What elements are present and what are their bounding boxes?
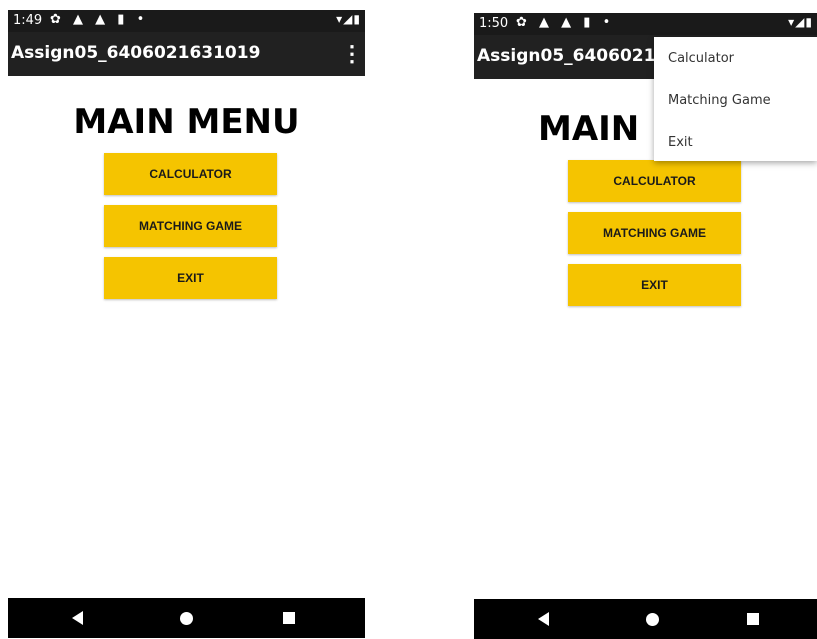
app-title: Assign05_640602163 (477, 46, 680, 66)
calculator-button[interactable]: CALCULATOR (104, 153, 277, 195)
main-menu-heading: MAIN MENU (73, 102, 300, 142)
phone-screen-right: 1:50 ✿ ▲ ▲ ▮ • ▾◢▮ Assign05_640602163 MA… (474, 13, 817, 639)
app-title: Assign05_6406021631019 (11, 43, 261, 63)
recents-square-icon[interactable] (747, 613, 759, 625)
home-circle-icon[interactable] (646, 613, 659, 626)
status-bar: 1:49 ✿ ▲ ▲ ▮ • ▾◢▮ (8, 10, 365, 32)
notification-icons: ✿ ▲ ▲ ▮ • (516, 15, 615, 30)
status-time: 1:50 (479, 16, 509, 31)
calculator-button[interactable]: CALCULATOR (568, 160, 741, 202)
back-triangle-icon[interactable] (72, 611, 83, 625)
system-status-icons: ▾◢▮ (336, 12, 361, 26)
matching-game-button[interactable]: MATCHING GAME (104, 205, 277, 247)
notification-icons: ✿ ▲ ▲ ▮ • (50, 12, 149, 27)
recents-square-icon[interactable] (283, 612, 295, 624)
navigation-bar (474, 599, 817, 639)
navigation-bar (8, 598, 365, 638)
back-triangle-icon[interactable] (538, 612, 549, 626)
home-circle-icon[interactable] (180, 612, 193, 625)
exit-button[interactable]: EXIT (104, 257, 277, 299)
overflow-menu: Calculator Matching Game Exit (654, 37, 817, 161)
exit-button[interactable]: EXIT (568, 264, 741, 306)
system-status-icons: ▾◢▮ (788, 15, 813, 29)
phone-screen-left: 1:49 ✿ ▲ ▲ ▮ • ▾◢▮ Assign05_640602163101… (8, 10, 365, 638)
status-bar: 1:50 ✿ ▲ ▲ ▮ • ▾◢▮ (474, 13, 817, 35)
more-vert-icon[interactable]: ⋮ (341, 40, 363, 68)
matching-game-button[interactable]: MATCHING GAME (568, 212, 741, 254)
menu-item-matching-game[interactable]: Matching Game (668, 93, 771, 108)
menu-item-calculator[interactable]: Calculator (668, 51, 734, 66)
app-bar: Assign05_6406021631019 ⋮ (8, 32, 365, 76)
menu-item-exit[interactable]: Exit (668, 135, 693, 150)
status-time: 1:49 (13, 13, 43, 28)
